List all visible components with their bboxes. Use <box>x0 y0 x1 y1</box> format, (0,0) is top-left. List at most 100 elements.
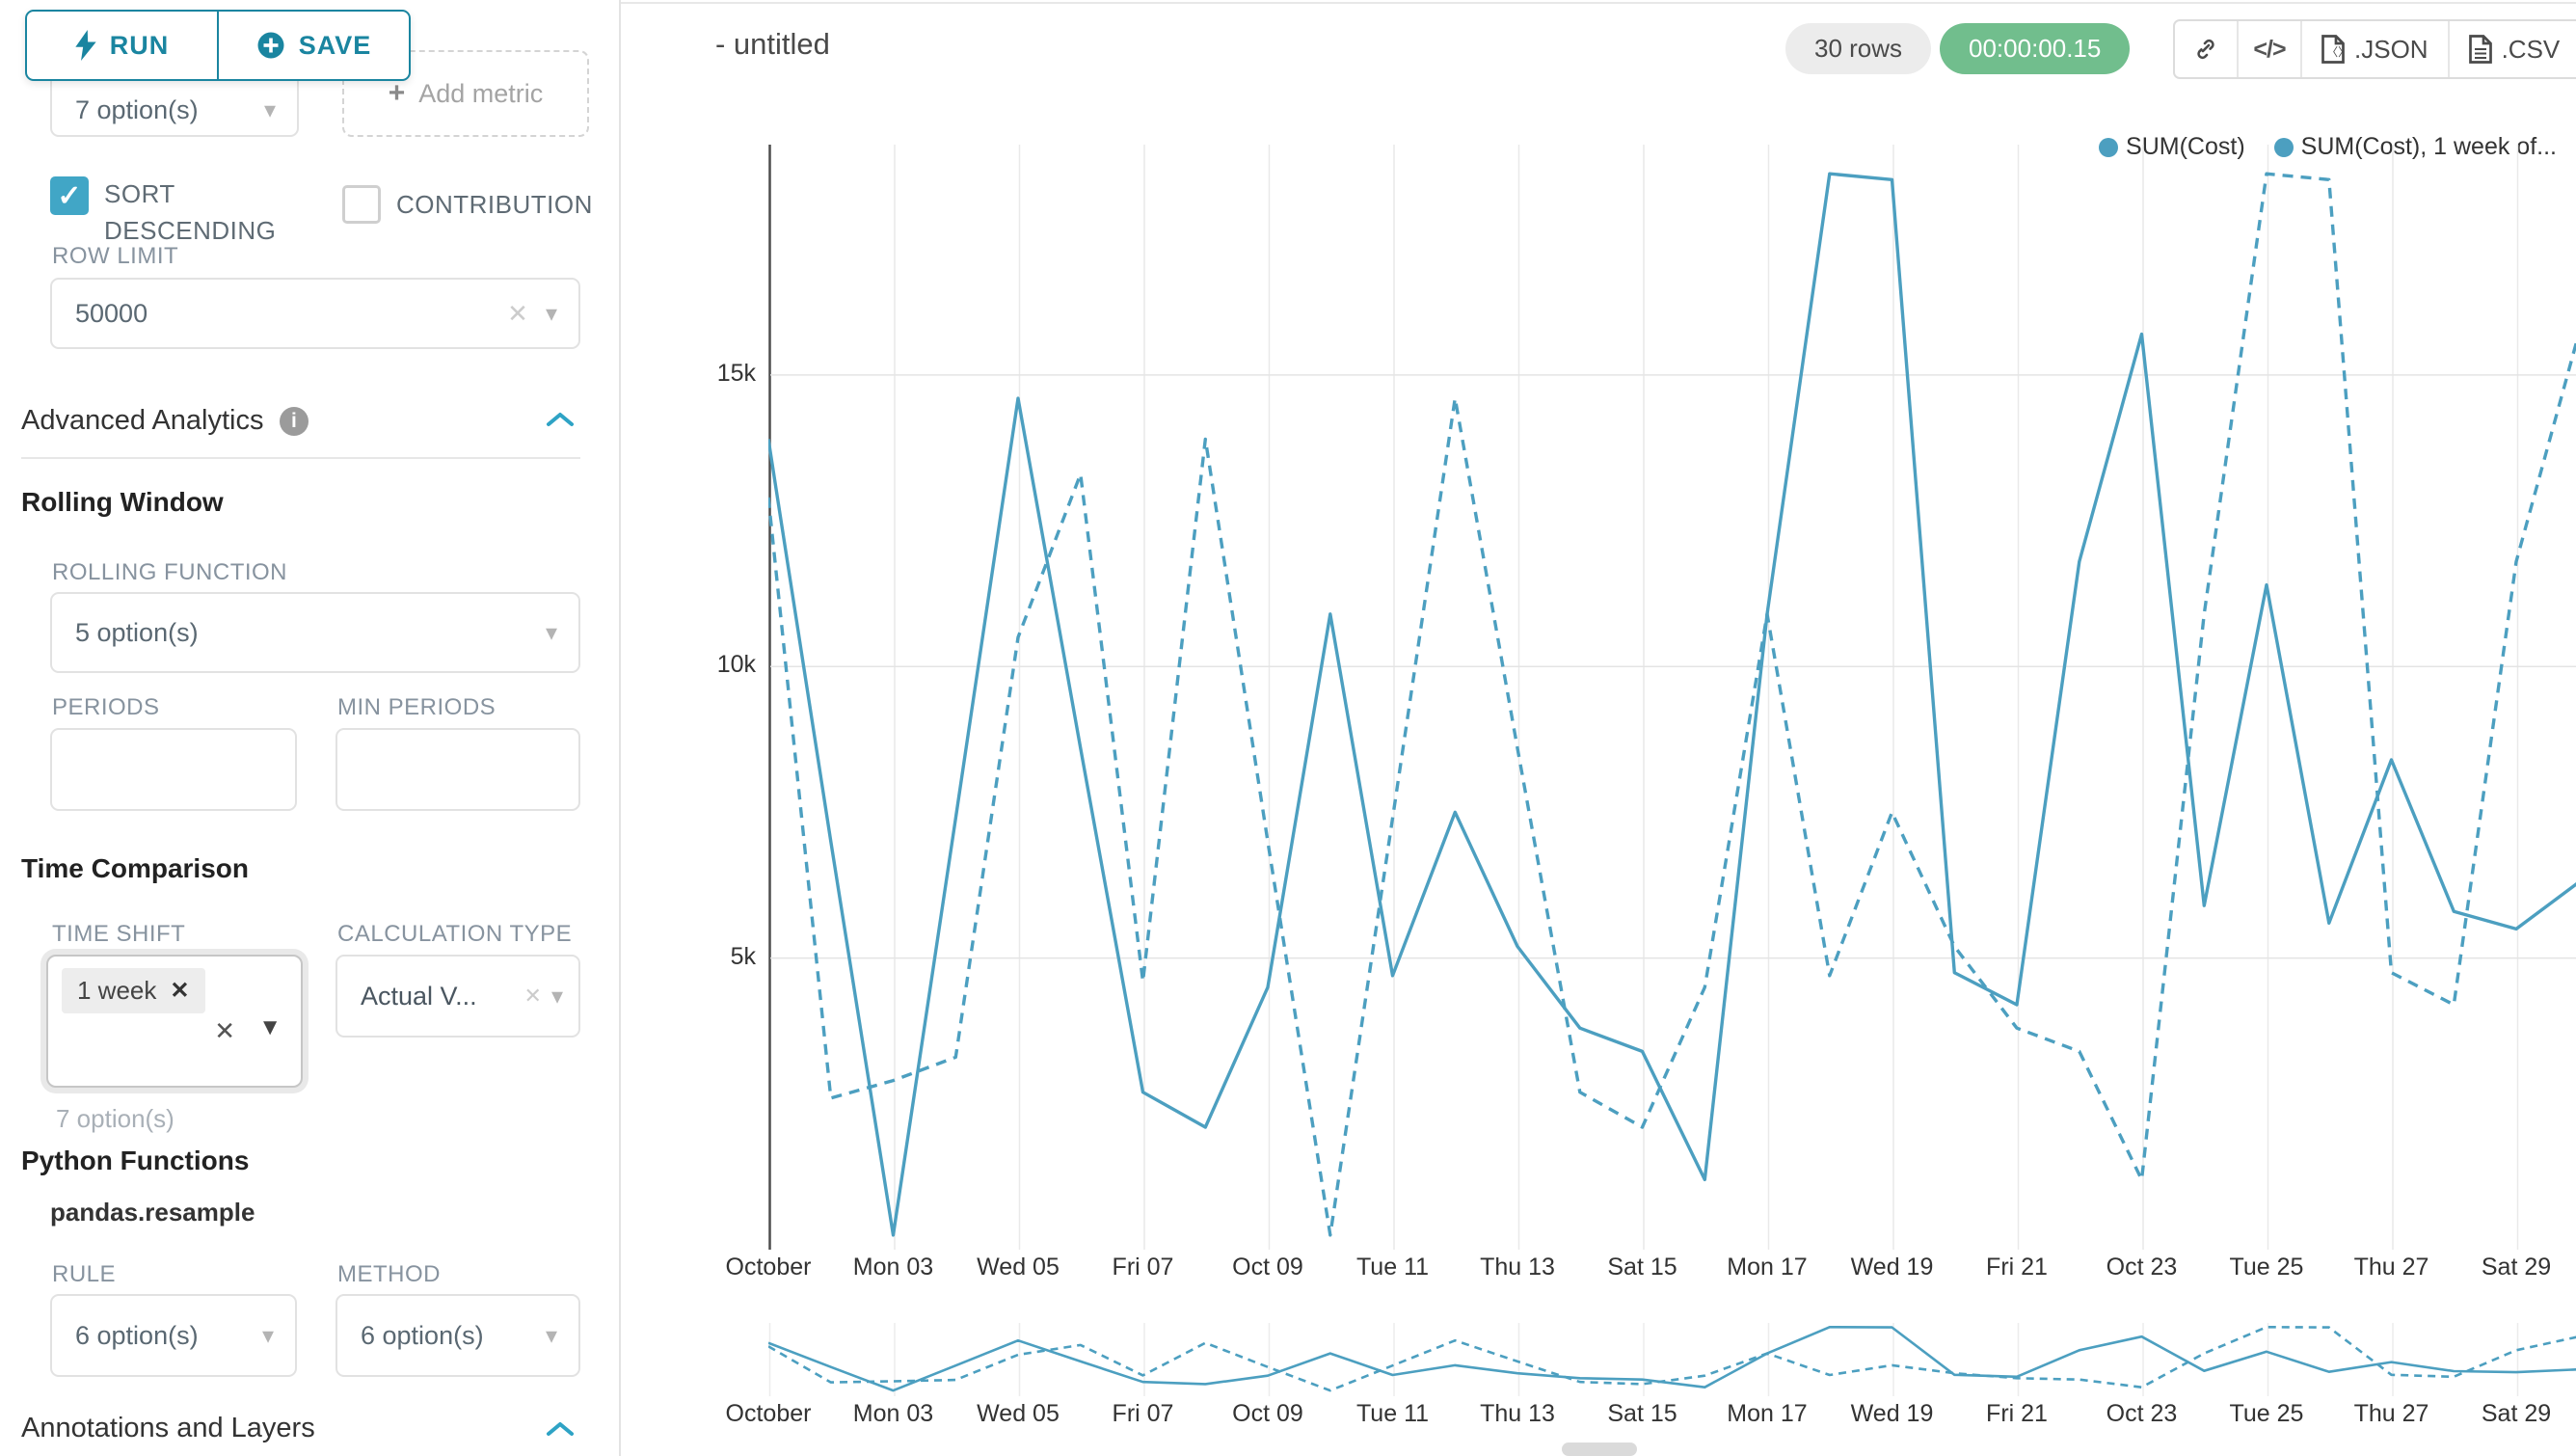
x-axis-tick-label: Wed 05 <box>951 1400 1086 1428</box>
contribution-checkbox-row[interactable]: CONTRIBUTION <box>342 185 593 224</box>
export-json-button[interactable]: 〈〉 .JSON <box>2300 21 2448 77</box>
x-axis-tick-label: Thu 13 <box>1450 1400 1585 1428</box>
share-link-button[interactable] <box>2175 21 2237 77</box>
collapse-chevron-icon[interactable] <box>546 1420 575 1443</box>
x-axis-tick-label: Tue 11 <box>1326 1400 1461 1428</box>
y-axis-tick-label: 15k <box>698 360 756 388</box>
collapse-chevron-icon[interactable] <box>546 411 575 433</box>
x-axis-tick-label: Sat 15 <box>1575 1400 1710 1428</box>
chevron-down-icon: ▾ <box>546 1322 578 1350</box>
x-axis-tick-label: Oct 23 <box>2075 1400 2210 1428</box>
export-csv-button[interactable]: .CSV <box>2448 21 2576 77</box>
x-axis-tick-label: Fri 21 <box>1949 1400 2084 1428</box>
x-axis-tick-label: October <box>701 1254 836 1281</box>
y-axis-tick-label: 5k <box>698 943 756 971</box>
x-axis-tick-label: October <box>701 1400 836 1428</box>
tag-remove-icon[interactable]: ✕ <box>170 977 189 1005</box>
x-axis-tick-label: Thu 27 <box>2324 1400 2459 1428</box>
clear-icon[interactable]: ✕ <box>507 299 546 329</box>
chart-title: - untitled <box>715 27 830 62</box>
row-limit-label: ROW LIMIT <box>52 243 178 270</box>
chevron-down-icon: ▾ <box>546 300 578 328</box>
x-axis-tick-label: Oct 09 <box>1200 1254 1335 1281</box>
export-json-label: .JSON <box>2354 35 2428 65</box>
chart-panel: - untitled 30 rows 00:00:00.15 </> 〈〉 .J… <box>623 0 2576 1456</box>
periods-label: PERIODS <box>52 694 160 721</box>
svg-text:〈〉: 〈〉 <box>2326 45 2345 59</box>
file-json-icon: 〈〉 <box>2321 35 2345 64</box>
x-axis-tick-label: Thu 27 <box>2324 1254 2459 1281</box>
x-axis-tick-label: Mon 03 <box>826 1400 961 1428</box>
rolling-function-value: 5 option(s) <box>52 618 546 648</box>
run-button[interactable]: RUN <box>27 12 217 79</box>
calculation-type-select[interactable]: Actual V... ✕ ▾ <box>335 955 580 1038</box>
rolling-function-label: ROLLING FUNCTION <box>52 559 287 586</box>
x-axis-tick-label: Fri 21 <box>1949 1254 2084 1281</box>
info-icon[interactable]: i <box>280 407 309 436</box>
save-button-label: SAVE <box>299 31 372 61</box>
annotations-header[interactable]: Annotations and Layers <box>21 1413 580 1444</box>
row-limit-value: 50000 <box>52 299 507 329</box>
method-select[interactable]: 6 option(s) ▾ <box>335 1294 580 1377</box>
x-axis-tick-label: Wed 19 <box>1825 1254 1960 1281</box>
x-axis-tick-label: Mon 17 <box>1700 1400 1835 1428</box>
sort-descending-checkbox-row[interactable]: ✓ SORT DESCENDING <box>50 176 291 249</box>
scroll-handle[interactable] <box>1562 1443 1637 1456</box>
chevron-down-icon[interactable]: ▼ <box>258 1014 282 1041</box>
x-axis-tick-label: Wed 19 <box>1825 1400 1960 1428</box>
row-count-badge: 30 rows <box>1785 23 1931 74</box>
x-axis-tick-label: Oct 23 <box>2075 1254 2210 1281</box>
x-axis-tick-label: Fri 07 <box>1076 1400 1211 1428</box>
y-axis-tick-label: 10k <box>698 651 756 679</box>
time-shift-helper: 7 option(s) <box>56 1104 174 1134</box>
x-axis-tick-label: Mon 03 <box>826 1254 961 1281</box>
clear-icon[interactable]: ✕ <box>524 984 551 1009</box>
main-line-chart[interactable] <box>768 145 2576 1250</box>
advanced-analytics-title: Advanced Analytics <box>21 405 263 436</box>
rolling-function-select[interactable]: 5 option(s) ▾ <box>50 592 580 673</box>
x-axis-tick-label: Sat 15 <box>1575 1254 1710 1281</box>
mini-preview-chart[interactable] <box>768 1323 2576 1396</box>
x-axis-tick-label: Oct 09 <box>1200 1400 1335 1428</box>
checkbox-checked-icon[interactable]: ✓ <box>50 176 89 215</box>
export-toolbar: </> 〈〉 .JSON .CSV <box>2173 19 2576 79</box>
contribution-label: CONTRIBUTION <box>396 190 593 219</box>
x-axis-tick-label: Tue 25 <box>2199 1254 2334 1281</box>
sort-descending-label: SORT DESCENDING <box>104 179 276 245</box>
calculation-type-value: Actual V... <box>337 982 524 1011</box>
time-shift-tag-value: 1 week <box>77 976 156 1006</box>
time-shift-multiselect[interactable]: 1 week ✕ ✕ ▼ <box>46 955 303 1088</box>
annotations-title: Annotations and Layers <box>21 1413 315 1443</box>
rule-select[interactable]: 6 option(s) ▾ <box>50 1294 297 1377</box>
view-query-button[interactable]: </> <box>2237 21 2300 77</box>
pandas-resample-label: pandas.resample <box>50 1198 255 1227</box>
x-axis-tick-label: Tue 25 <box>2199 1400 2334 1428</box>
control-sidebar: RUN SAVE 7 option(s) ▾ + Add metric ✓ SO… <box>0 0 621 1456</box>
code-icon: </> <box>2253 36 2285 64</box>
method-value: 6 option(s) <box>337 1321 546 1351</box>
save-button[interactable]: SAVE <box>217 12 409 79</box>
add-metric-label: Add metric <box>418 79 543 109</box>
x-axis-tick-label: Wed 05 <box>951 1254 1086 1281</box>
run-button-label: RUN <box>110 31 170 61</box>
row-limit-select[interactable]: 50000 ✕ ▾ <box>50 278 580 349</box>
plus-icon: + <box>389 77 406 110</box>
periods-input[interactable] <box>50 728 297 811</box>
min-periods-label: MIN PERIODS <box>337 694 496 721</box>
calculation-type-label: CALCULATION TYPE <box>337 921 572 948</box>
rule-label: RULE <box>52 1261 116 1288</box>
time-shift-label: TIME SHIFT <box>52 921 185 948</box>
clear-icon[interactable]: ✕ <box>214 1016 235 1046</box>
advanced-analytics-header[interactable]: Advanced Analytics i <box>21 405 580 437</box>
time-comparison-title: Time Comparison <box>21 853 249 884</box>
checkbox-unchecked-icon[interactable] <box>342 185 381 224</box>
x-axis-tick-label: Sat 29 <box>2449 1254 2576 1281</box>
chevron-down-icon: ▾ <box>262 1322 295 1350</box>
min-periods-input[interactable] <box>335 728 580 811</box>
query-timer-badge: 00:00:00.15 <box>1940 23 2130 74</box>
x-axis-tick-label: Thu 13 <box>1450 1254 1585 1281</box>
file-csv-icon <box>2469 35 2492 64</box>
section-divider <box>21 457 580 459</box>
chevron-down-icon: ▾ <box>546 619 578 647</box>
x-axis-tick-label: Mon 17 <box>1700 1254 1835 1281</box>
